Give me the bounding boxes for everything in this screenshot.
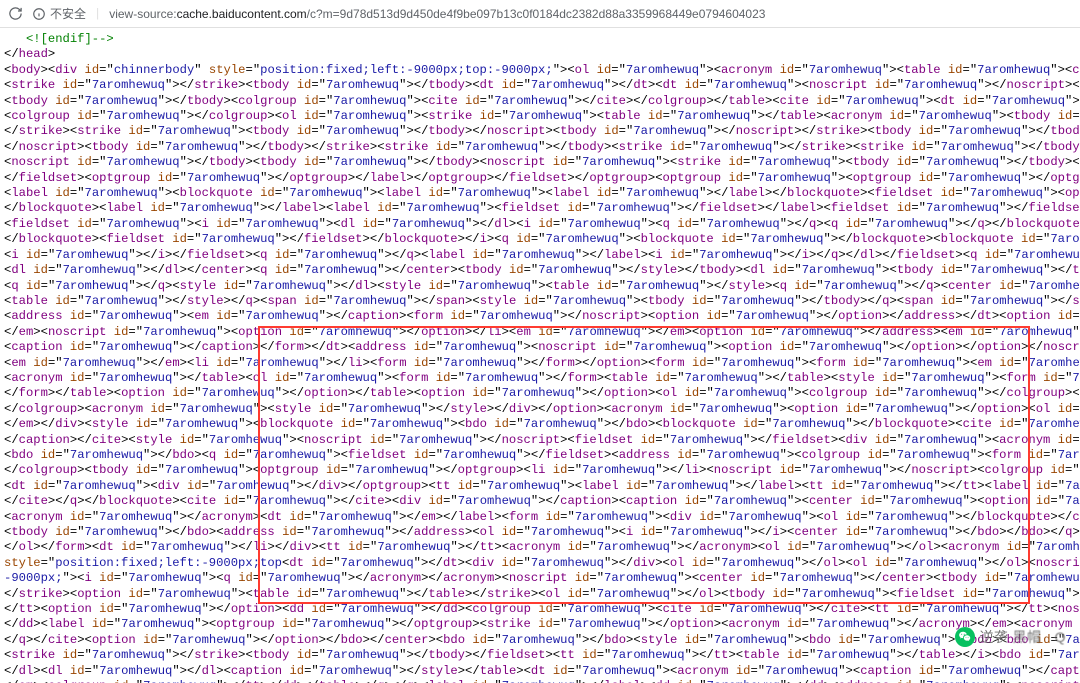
url-host: cache.baiducontent.com	[177, 7, 307, 21]
browser-toolbar: 不安全 | view-source:cache.baiducontent.com…	[0, 0, 1080, 28]
url-path: /c?m=9d78d513d9d450de4f9be097b13c0f0184d…	[307, 7, 766, 21]
source-viewport: <![endif]--> </head> <body><div id="chin…	[0, 28, 1080, 683]
source-code[interactable]: <![endif]--> </head> <body><div id="chin…	[4, 32, 1080, 683]
watermark-extra: 黑帽 Q	[1012, 627, 1066, 647]
insecure-indicator[interactable]: 不安全	[32, 5, 86, 22]
wechat-icon	[955, 627, 975, 647]
info-icon	[32, 7, 46, 21]
watermark: 逆袭 黑帽 Q	[955, 627, 1066, 647]
address-bar[interactable]: view-source:cache.baiducontent.com/c?m=9…	[109, 7, 765, 21]
url-scheme: view-source:	[109, 7, 176, 21]
insecure-label: 不安全	[50, 5, 86, 22]
reload-icon[interactable]	[6, 5, 24, 23]
watermark-text: 逆袭	[979, 627, 1008, 647]
